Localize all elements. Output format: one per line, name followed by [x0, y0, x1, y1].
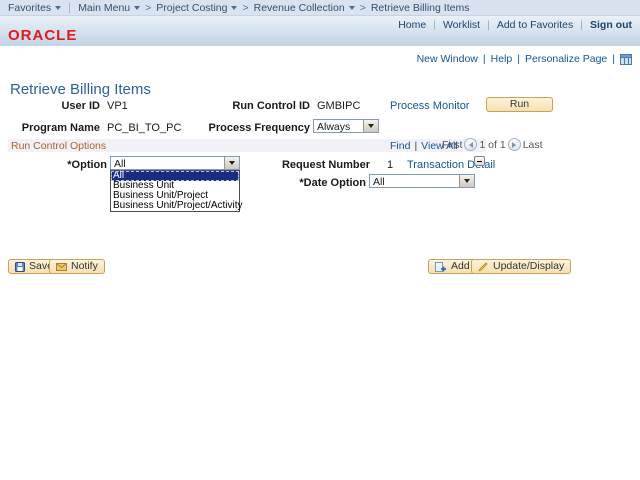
breadcrumb-revenue-collection-label: Revenue Collection [253, 1, 345, 14]
page-indicator: 1 of 1 [479, 138, 506, 151]
first-label: First [442, 138, 463, 151]
next-page-button[interactable] [507, 138, 521, 151]
add-button[interactable]: Add [428, 259, 477, 274]
breadcrumb-current: Retrieve Billing Items [370, 1, 470, 14]
last-label: Last [522, 138, 543, 151]
chevron-down-icon [348, 5, 355, 10]
option-select[interactable]: All [110, 156, 240, 170]
process-monitor-link[interactable]: Process Monitor [390, 100, 469, 112]
date-option-select[interactable]: All [369, 174, 475, 188]
breadcrumb-revenue-collection[interactable]: Revenue Collection [254, 2, 355, 14]
header-separator: | [433, 19, 436, 31]
run-button[interactable]: Run [486, 97, 553, 112]
chevron-down-icon [231, 5, 238, 10]
header-separator: | [487, 19, 490, 31]
notify-button-label: Notify [71, 260, 98, 273]
run-control-id-label: Run Control ID [232, 100, 310, 112]
arrow-right-icon [512, 141, 517, 148]
breadcrumb-favorites[interactable]: Favorites [8, 1, 62, 14]
breadcrumb-favorites-label: Favorites [8, 1, 52, 14]
breadcrumb-separator: > [359, 1, 366, 14]
request-number-label: Request Number [281, 159, 370, 171]
breadcrumb-divider [69, 2, 71, 13]
help-link[interactable]: Help [491, 53, 513, 65]
date-option-label: *Date Option [299, 177, 366, 189]
add-to-favorites-link[interactable]: Add to Favorites [497, 19, 573, 31]
previous-page-button[interactable] [464, 138, 478, 151]
process-frequency-value: Always [317, 121, 351, 133]
program-name-label: Program Name [21, 122, 100, 134]
utility-separator: | [612, 53, 615, 65]
breadcrumb-main-menu[interactable]: Main Menu [78, 1, 141, 14]
chevron-down-icon [55, 5, 62, 10]
user-id-label: User ID [61, 100, 100, 112]
find-link[interactable]: Find [390, 140, 410, 152]
save-disk-icon [15, 261, 25, 272]
header-banner: Home | Worklist | Add to Favorites | Sig… [0, 16, 640, 46]
dropdown-option-business-unit-project-activity[interactable]: Business Unit/Project/Activity [111, 201, 243, 211]
update-pencil-icon [478, 261, 488, 272]
process-frequency-select[interactable]: Always [313, 119, 379, 133]
breadcrumb-main-menu-label: Main Menu [78, 1, 131, 14]
utility-separator: | [482, 53, 486, 65]
page-title: Retrieve Billing Items [10, 81, 151, 98]
notify-button[interactable]: Notify [49, 259, 105, 274]
update-display-button[interactable]: Update/Display [471, 259, 572, 274]
chevron-down-icon [134, 5, 141, 10]
user-id-value: VP1 [107, 100, 128, 112]
add-plus-icon [435, 261, 446, 272]
breadcrumb-separator: > [242, 1, 249, 14]
run-control-options-header: Run Control Options Find | View All Firs… [8, 138, 543, 152]
new-window-link[interactable]: New Window [417, 53, 478, 65]
personalize-layout-grid-icon[interactable] [620, 53, 632, 65]
utility-links: New Window | Help | Personalize Page | [417, 53, 632, 65]
header-separator: | [580, 19, 583, 31]
run-control-id-value: GMBIPC [317, 100, 361, 112]
oracle-logo: ORACLE [8, 27, 78, 44]
program-name-value: PC_BI_TO_PC [107, 122, 182, 134]
option-label: *Option [67, 159, 107, 171]
dropdown-arrow-icon [363, 120, 378, 132]
option-dropdown-list: All Business Unit Business Unit/Project … [110, 170, 243, 212]
process-frequency-label: Process Frequency [208, 122, 311, 134]
update-display-button-label: Update/Display [493, 260, 565, 273]
application-window: Favorites Main Menu > Project Costing > … [0, 0, 640, 480]
collapse-row-button[interactable] [474, 156, 485, 166]
section-title: Run Control Options [11, 139, 107, 152]
sign-out-link[interactable]: Sign out [590, 19, 632, 31]
breadcrumb: Favorites Main Menu > Project Costing > … [0, 0, 640, 16]
find-separator: | [414, 139, 418, 152]
notify-envelope-icon [56, 262, 67, 271]
date-option-value: All [373, 176, 385, 188]
worklist-link[interactable]: Worklist [443, 19, 480, 31]
utility-separator: | [517, 53, 520, 65]
header-links: Home | Worklist | Add to Favorites | Sig… [398, 19, 632, 31]
request-number-value: 1 [387, 159, 394, 171]
option-value: All [114, 158, 126, 170]
breadcrumb-separator: > [145, 1, 152, 14]
arrow-left-icon [468, 141, 473, 148]
dropdown-arrow-icon [459, 175, 474, 187]
minus-icon [477, 160, 482, 162]
breadcrumb-project-costing[interactable]: Project Costing [156, 1, 238, 14]
breadcrumb-project-costing-label: Project Costing [156, 1, 228, 14]
add-button-label: Add [451, 260, 470, 273]
personalize-page-link[interactable]: Personalize Page [525, 53, 607, 65]
pagination-bar: First 1 of 1 Last [442, 138, 543, 151]
home-link[interactable]: Home [398, 19, 426, 31]
dropdown-arrow-icon [224, 157, 239, 169]
